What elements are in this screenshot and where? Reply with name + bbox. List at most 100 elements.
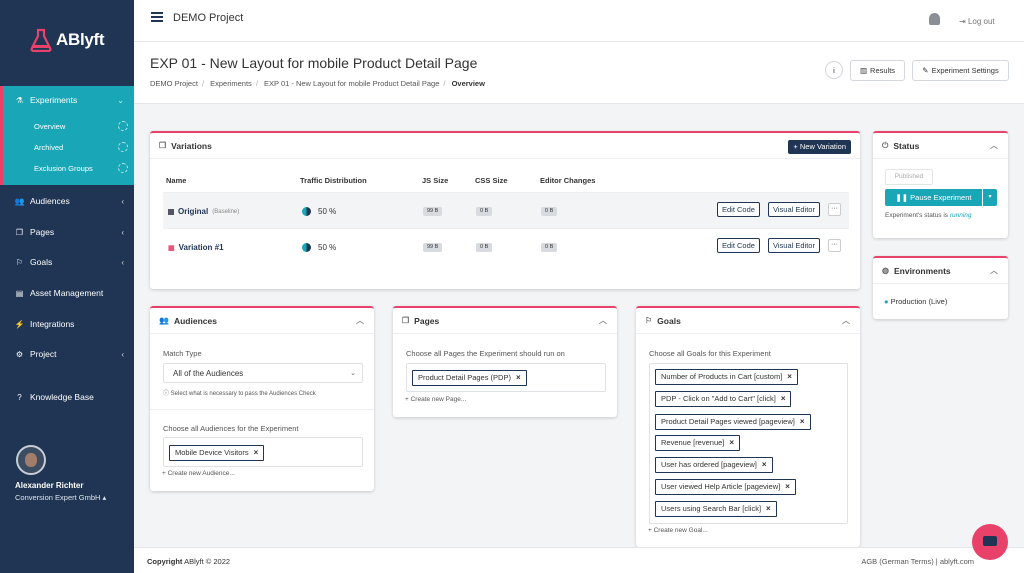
sidebar-subitem-exclusion-groups[interactable]: Exclusion Groups (3, 160, 134, 176)
hamburger-menu-icon[interactable] (151, 12, 163, 22)
sidebar-item-label: Knowledge Base (30, 392, 94, 402)
company-label: Conversion Expert GmbH (15, 493, 101, 502)
create-goal-link[interactable]: + Create new Goal... (648, 527, 708, 534)
remove-icon[interactable]: × (785, 482, 790, 491)
breadcrumb-item[interactable]: EXP 01 - New Layout for mobile Product D… (264, 79, 439, 88)
goal-tag[interactable]: PDP - Click on "Add to Cart" [click] × (655, 391, 792, 407)
info-icon: i (833, 65, 835, 75)
goals-input[interactable]: Number of Products in Cart [custom] × PDP… (649, 363, 848, 524)
sidebar-item-label: Integrations (30, 319, 75, 329)
status-header[interactable]: ⏻ Status ︿ (873, 133, 1008, 159)
gear-icon: ⚙ (15, 349, 24, 359)
remove-icon[interactable]: × (800, 417, 805, 426)
goal-tag[interactable]: Users using Search Bar [click] × (655, 501, 777, 517)
hint-text: Select what is necessary to pass the Aud… (170, 391, 316, 397)
audience-tag[interactable]: Mobile Device Visitors × (169, 445, 265, 461)
sidebar-item-asset-management[interactable]: ▤ Asset Management (0, 283, 134, 303)
edit-code-button[interactable]: Edit Code (717, 202, 760, 217)
variation-name[interactable]: ▦ Variation #1 (168, 243, 224, 252)
remove-icon[interactable]: × (762, 460, 767, 469)
subitem-label: Archived (34, 142, 64, 152)
tag-label: PDP - Click on "Add to Cart" [click] (661, 394, 776, 403)
environment-item[interactable]: ● Production (Live) (884, 297, 947, 306)
sidebar-item-integrations[interactable]: ⚡ Integrations (0, 314, 134, 334)
breadcrumb-item[interactable]: DEMO Project (150, 79, 198, 88)
create-page-link[interactable]: + Create new Page... (405, 396, 466, 403)
remove-icon[interactable]: × (254, 448, 259, 457)
sidebar-item-experiments[interactable]: ⚗ Experiments ⌄ (0, 90, 134, 110)
results-button[interactable]: ▥ Results (850, 60, 905, 81)
breadcrumb-current: Overview (451, 79, 485, 88)
user-company[interactable]: Conversion Expert GmbH ▴ (15, 493, 106, 502)
more-options-button[interactable]: ··· (828, 239, 841, 252)
goal-tag[interactable]: Product Detail Pages viewed [pageview] × (655, 414, 811, 430)
visual-editor-button[interactable]: Visual Editor (768, 238, 820, 253)
pause-experiment-button[interactable]: ❚❚ Pause Experiment (885, 189, 982, 206)
sidebar-item-project[interactable]: ⚙ Project ‹ (0, 344, 134, 364)
sidebar-item-knowledge-base[interactable]: ? Knowledge Base (0, 387, 134, 407)
status-dropdown-toggle[interactable]: ▾ (983, 189, 997, 206)
goal-tag[interactable]: Revenue [revenue] × (655, 435, 741, 451)
variation-row: ▦ Variation #1 50 % 99 B 0 B 0 B Edit Cod… (163, 228, 849, 264)
environments-header[interactable]: ◍ Environments ︿ (873, 258, 1008, 284)
bell-icon[interactable] (929, 13, 940, 25)
gear-icon (118, 142, 128, 152)
col-header-name: Name (166, 176, 187, 185)
status-text: Experiment's status is running (885, 212, 972, 219)
css-size: 0 B (476, 243, 493, 252)
sidebar-item-label: Goals (30, 257, 53, 267)
pages-header[interactable]: ❐ Pages ︿ (393, 308, 617, 334)
chat-widget-icon[interactable] (972, 524, 1008, 560)
footer: Copyright ABlyft © 2022 AGB (German Term… (134, 547, 1024, 573)
page-tag[interactable]: Product Detail Pages (PDP) × (412, 370, 527, 386)
sidebar-item-goals[interactable]: ⚐ Goals ‹ (0, 252, 134, 272)
match-type-value: All of the Audiences (173, 369, 244, 378)
sidebar-subitem-overview[interactable]: Overview (3, 118, 134, 134)
sidebar-item-pages[interactable]: ❐ Pages ‹ (0, 222, 134, 242)
edit-code-button[interactable]: Edit Code (717, 238, 760, 253)
remove-icon[interactable]: × (516, 373, 521, 382)
create-audience-link[interactable]: + Create new Audience... (162, 470, 235, 477)
remove-icon[interactable]: × (766, 504, 771, 513)
user-profile[interactable]: Alexander Richter Conversion Expert GmbH… (15, 445, 106, 502)
flag-icon: ⚐ (645, 316, 653, 325)
variation-name[interactable]: Original (Baseline) (168, 207, 239, 216)
logo[interactable]: ABlyft (30, 28, 105, 52)
remove-icon[interactable]: × (781, 394, 786, 403)
goals-header[interactable]: ⚐ Goals ︿ (636, 308, 860, 334)
sidebar-subitem-archived[interactable]: Archived (3, 139, 134, 155)
audiences-input[interactable]: Mobile Device Visitors × (163, 437, 363, 467)
editor-changes: 0 B (541, 207, 558, 216)
new-variation-button[interactable]: + New Variation (788, 140, 851, 154)
published-button[interactable]: Published (885, 169, 933, 185)
chevron-up-icon: ︿ (990, 141, 998, 150)
goal-tag[interactable]: Number of Products in Cart [custom] × (655, 369, 798, 385)
remove-icon[interactable]: × (787, 372, 792, 381)
audiences-header[interactable]: 👥 Audiences ︿ (150, 308, 374, 334)
info-icon: ⓘ (163, 391, 171, 397)
tag-label: Mobile Device Visitors (175, 448, 249, 457)
sidebar-item-audiences[interactable]: 👥 Audiences ‹ (0, 191, 134, 211)
tag-label: Users using Search Bar [click] (661, 504, 762, 513)
users-icon: 👥 (159, 316, 169, 325)
goal-tag[interactable]: User viewed Help Article [pageview] × (655, 479, 796, 495)
goal-tag[interactable]: User has ordered [pageview] × (655, 457, 773, 473)
logout-icon: ⇥ (959, 17, 968, 26)
info-button[interactable]: i (825, 61, 843, 79)
globe-icon: ◍ (882, 266, 889, 275)
footer-links[interactable]: AGB (German Terms) | ablyft.com (861, 557, 974, 566)
experiment-settings-button[interactable]: ✎ Experiment Settings (912, 60, 1009, 81)
breadcrumb-item[interactable]: Experiments (210, 79, 252, 88)
audiences-card: 👥 Audiences ︿ Match Type All of the Audi… (150, 306, 374, 491)
more-options-button[interactable]: ··· (828, 203, 841, 216)
tag-label: Product Detail Pages (PDP) (418, 373, 511, 382)
chevron-up-icon: ︿ (599, 316, 607, 325)
logout-link[interactable]: ⇥ Log out (959, 17, 995, 26)
visual-editor-button[interactable]: Visual Editor (768, 202, 820, 217)
pages-card: ❐ Pages ︿ Choose all Pages the Experimen… (393, 306, 617, 417)
col-header-editor-changes: Editor Changes (540, 176, 596, 185)
remove-icon[interactable]: × (729, 438, 734, 447)
match-type-select[interactable]: All of the Audiences ⌄ (163, 363, 363, 383)
pages-input[interactable]: Product Detail Pages (PDP) × (406, 363, 606, 392)
card-title: Goals (657, 315, 681, 326)
